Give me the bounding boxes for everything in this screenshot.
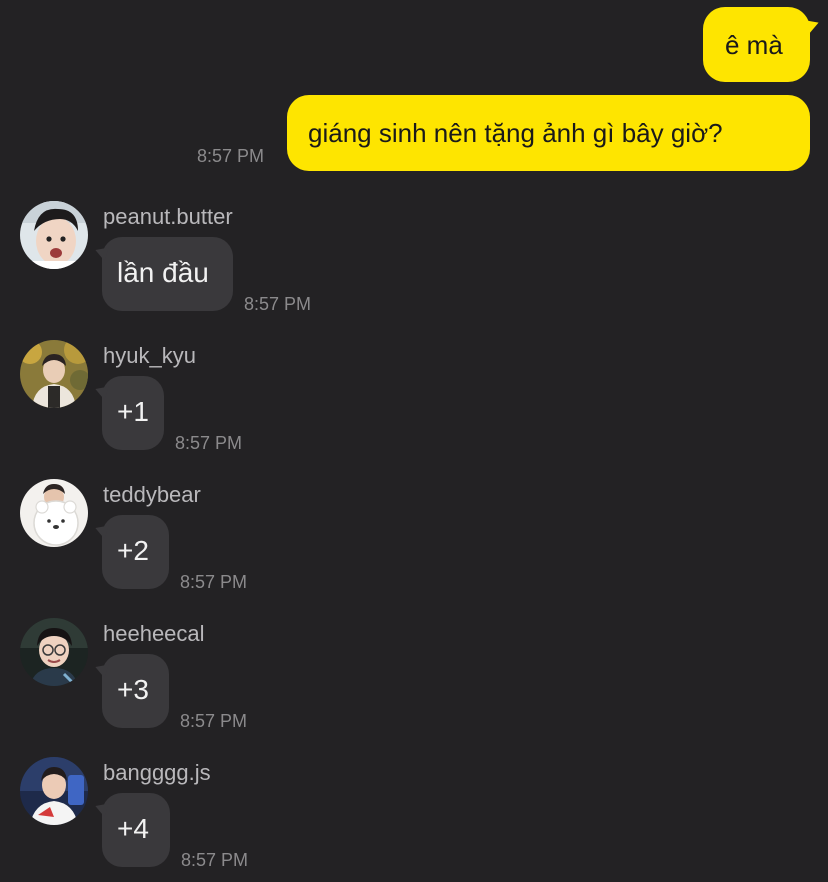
message-timestamp: 8:57 PM [244, 294, 312, 314]
incoming-message-bubble[interactable]: lần đầu [92, 237, 233, 311]
outgoing-message-bubble[interactable]: ê mà [703, 7, 822, 82]
message-text: +4 [117, 813, 149, 844]
avatar-hyuk-kyu[interactable] [20, 340, 88, 408]
chat-message-list[interactable]: ê mà 8:57 PM giáng sinh nên tặng ảnh gì … [0, 0, 828, 882]
bubble-tail [92, 243, 110, 261]
incoming-message-bubble[interactable]: +1 [92, 376, 164, 450]
avatar-heeheecal[interactable] [20, 618, 88, 686]
message-timestamp: 8:57 PM [181, 850, 249, 870]
message-text: +2 [117, 535, 149, 566]
outgoing-message-bubble[interactable]: giáng sinh nên tặng ảnh gì bây giờ? [287, 95, 810, 171]
bubble-tail [92, 660, 110, 678]
avatar-bangggg-js[interactable] [20, 757, 88, 825]
bubble-tail [802, 15, 822, 35]
bubble-tail [92, 521, 110, 539]
message-text: lần đầu [117, 257, 209, 288]
incoming-message-bubble[interactable]: +4 [92, 793, 170, 867]
sender-name: hyuk_kyu [103, 343, 196, 368]
sender-name: peanut.butter [103, 204, 233, 229]
message-timestamp: 8:57 PM [197, 146, 265, 166]
message-text: +3 [117, 674, 149, 705]
incoming-message-bubble[interactable]: +2 [92, 515, 169, 589]
message-timestamp: 8:57 PM [175, 433, 243, 453]
sender-name: bangggg.js [103, 760, 211, 785]
message-timestamp: 8:57 PM [180, 711, 248, 731]
bubble-tail [92, 382, 110, 400]
message-text: +1 [117, 396, 149, 427]
message-timestamp: 8:57 PM [180, 572, 248, 592]
incoming-message-bubble[interactable]: +3 [92, 654, 169, 728]
bubble-tail [92, 799, 110, 817]
avatar-peanut-butter[interactable] [20, 201, 88, 269]
message-text: giáng sinh nên tặng ảnh gì bây giờ? [308, 118, 723, 148]
avatar-teddybear[interactable] [20, 479, 88, 547]
message-text: ê mà [725, 30, 783, 60]
sender-name: teddybear [103, 482, 201, 507]
sender-name: heeheecal [103, 621, 205, 646]
